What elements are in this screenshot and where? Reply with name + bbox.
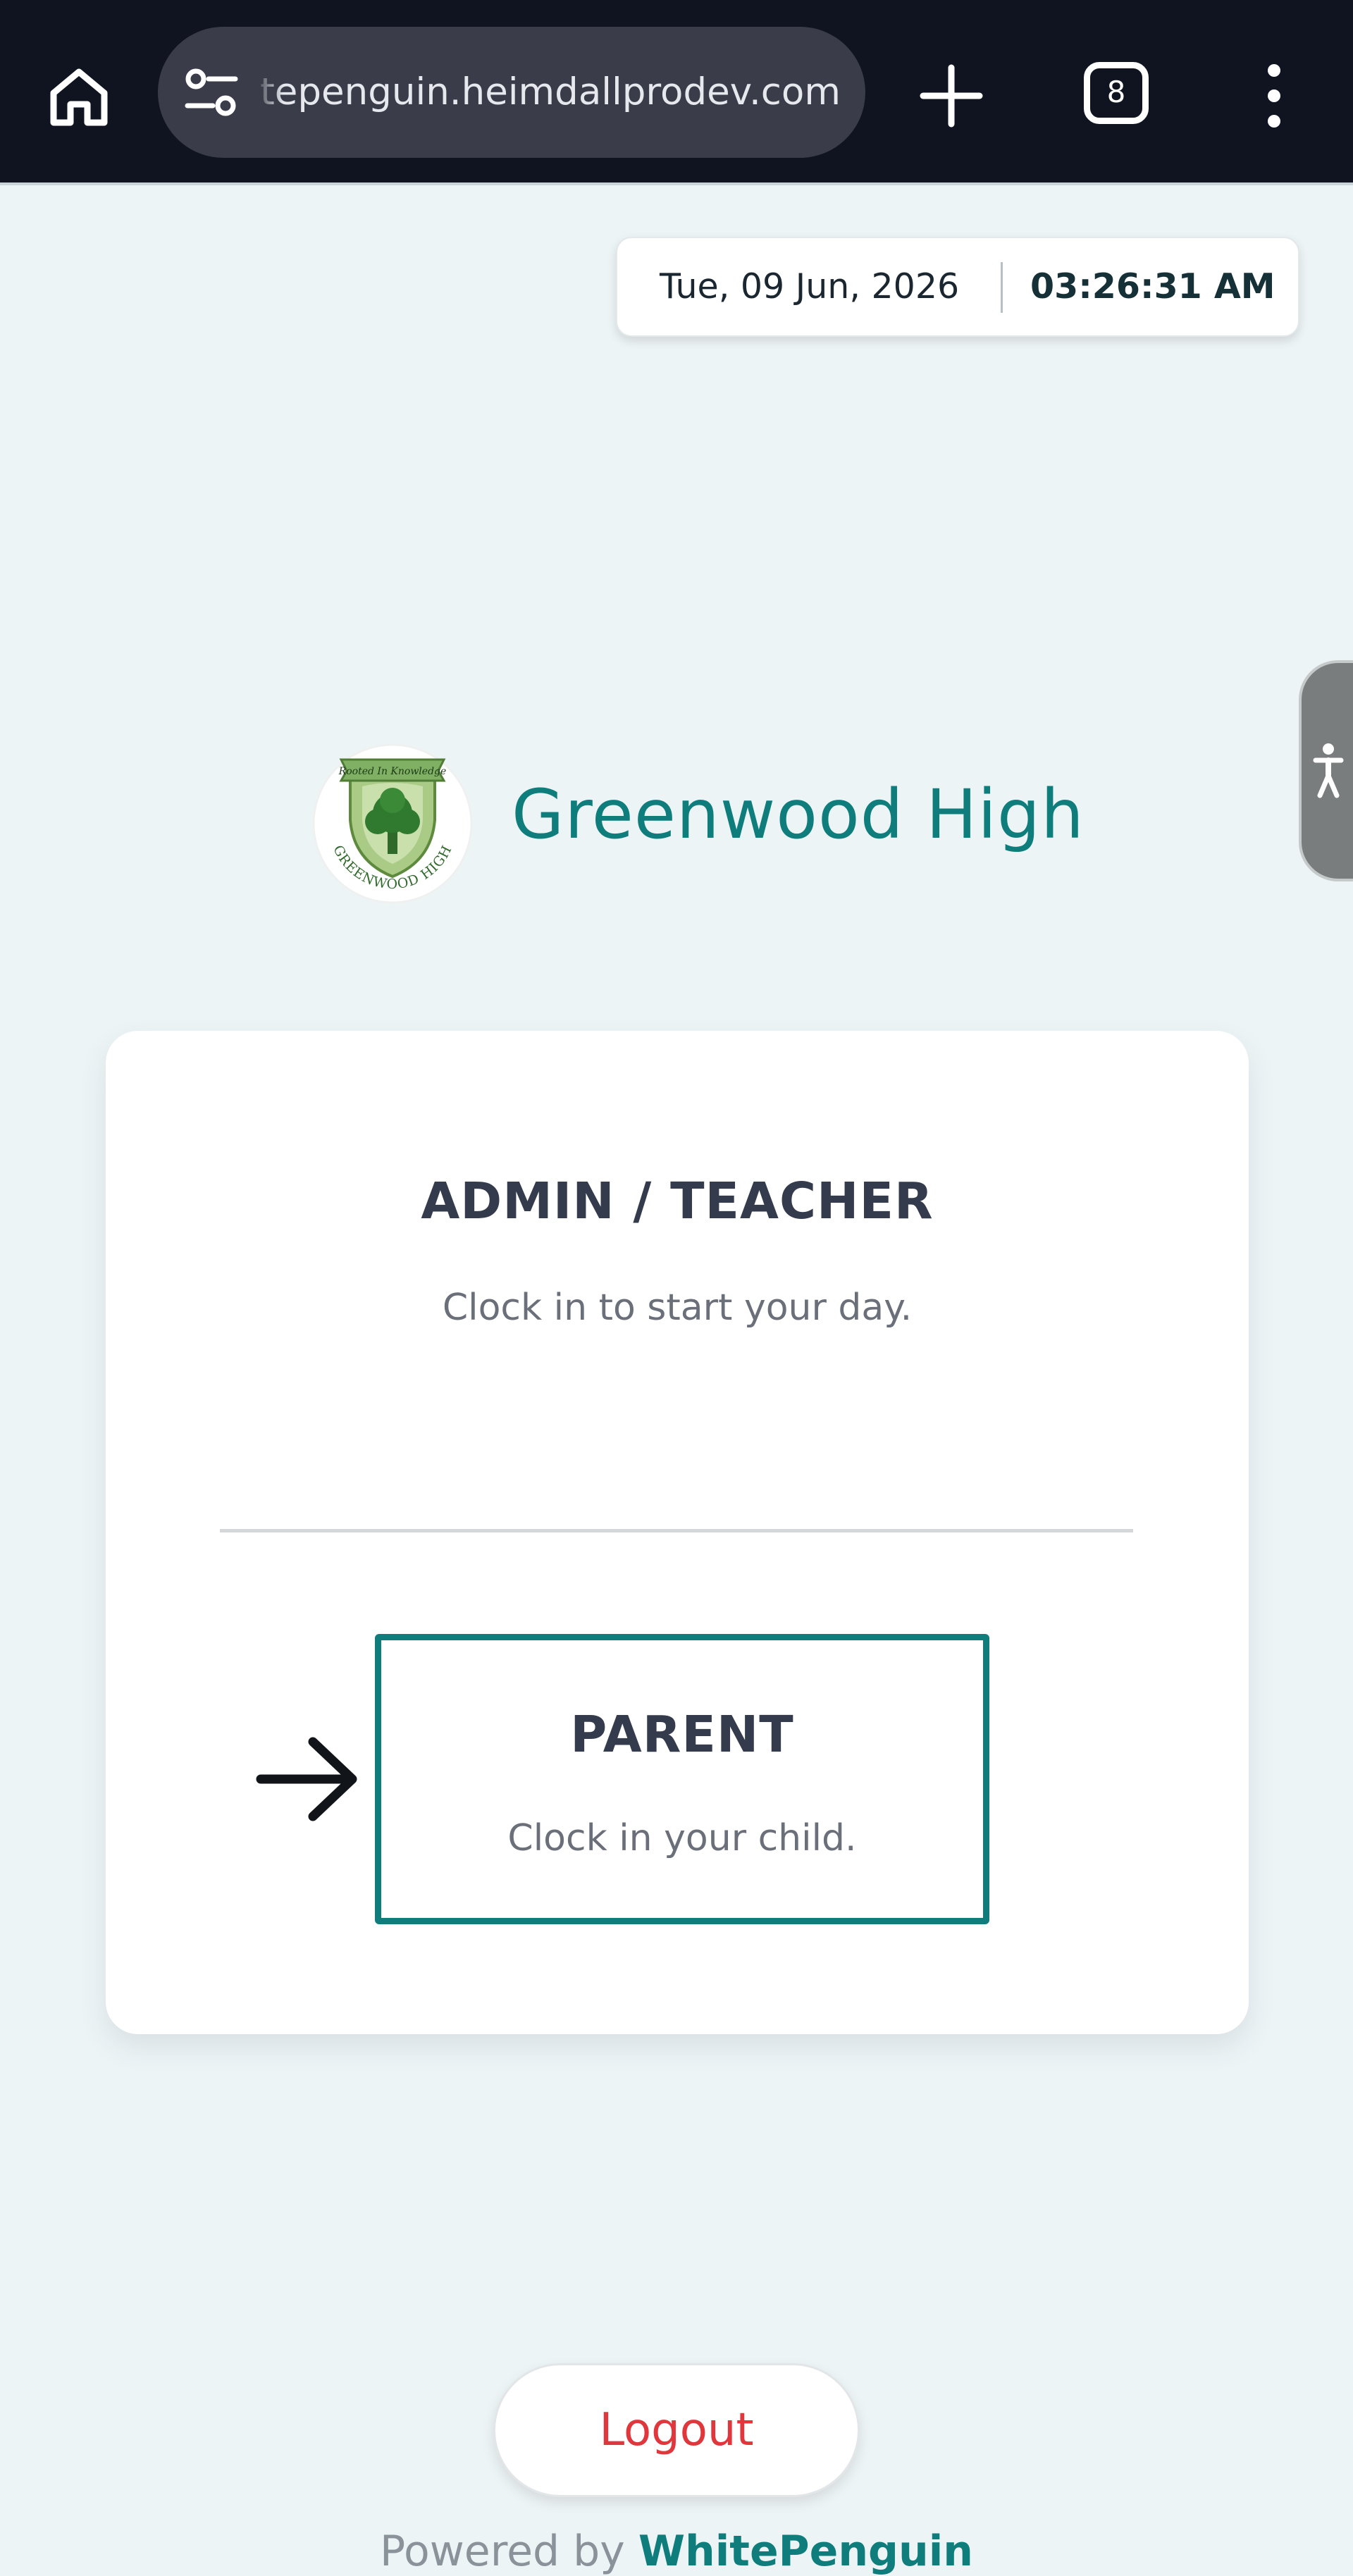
site-settings-icon[interactable] xyxy=(183,66,240,118)
powered-by-prefix: Powered by xyxy=(379,2527,625,2576)
current-time: 03:26:31 AM xyxy=(1030,266,1275,306)
url-text[interactable]: tepenguin.heimdallprodev.com xyxy=(260,27,845,158)
url-fade xyxy=(255,48,283,137)
arrow-right-icon xyxy=(256,1737,357,1821)
logout-button[interactable]: Logout xyxy=(493,2363,860,2497)
admin-teacher-subtitle: Clock in to start your day. xyxy=(442,1287,913,1329)
accessibility-icon xyxy=(1313,743,1344,798)
role-divider xyxy=(220,1529,1133,1532)
parent-subtitle: Clock in your child. xyxy=(507,1817,857,1859)
datetime-separator xyxy=(1001,262,1003,313)
powered-by-brand-link[interactable]: WhitePenguin xyxy=(638,2527,973,2576)
accessibility-button[interactable] xyxy=(1299,660,1353,881)
new-tab-icon[interactable] xyxy=(918,62,985,130)
more-menu-icon[interactable] xyxy=(1254,61,1294,131)
admin-teacher-option[interactable]: ADMIN / TEACHER Clock in to start your d… xyxy=(106,1172,1249,1329)
datetime-display: Tue, 09 Jun, 2026 03:26:31 AM xyxy=(616,237,1299,337)
school-name: Greenwood High xyxy=(512,775,1085,854)
role-selection-card: ADMIN / TEACHER Clock in to start your d… xyxy=(106,1031,1249,2034)
browser-toolbar: tepenguin.heimdallprodev.com 8 xyxy=(0,0,1353,185)
school-logo: Rooted In Knowledge GREENWOOD HIGH xyxy=(312,743,473,904)
home-icon[interactable] xyxy=(44,61,114,131)
address-bar[interactable]: tepenguin.heimdallprodev.com xyxy=(158,27,865,158)
logo-ribbon-text: Rooted In Knowledge xyxy=(338,766,447,777)
parent-option[interactable]: PARENT Clock in your child. xyxy=(375,1634,989,1924)
current-date: Tue, 09 Jun, 2026 xyxy=(660,266,960,306)
tab-switcher-icon[interactable]: 8 xyxy=(1084,62,1149,124)
parent-title: PARENT xyxy=(570,1705,794,1764)
admin-teacher-title: ADMIN / TEACHER xyxy=(421,1172,934,1230)
powered-by: Powered by WhitePenguin xyxy=(0,2527,1353,2576)
